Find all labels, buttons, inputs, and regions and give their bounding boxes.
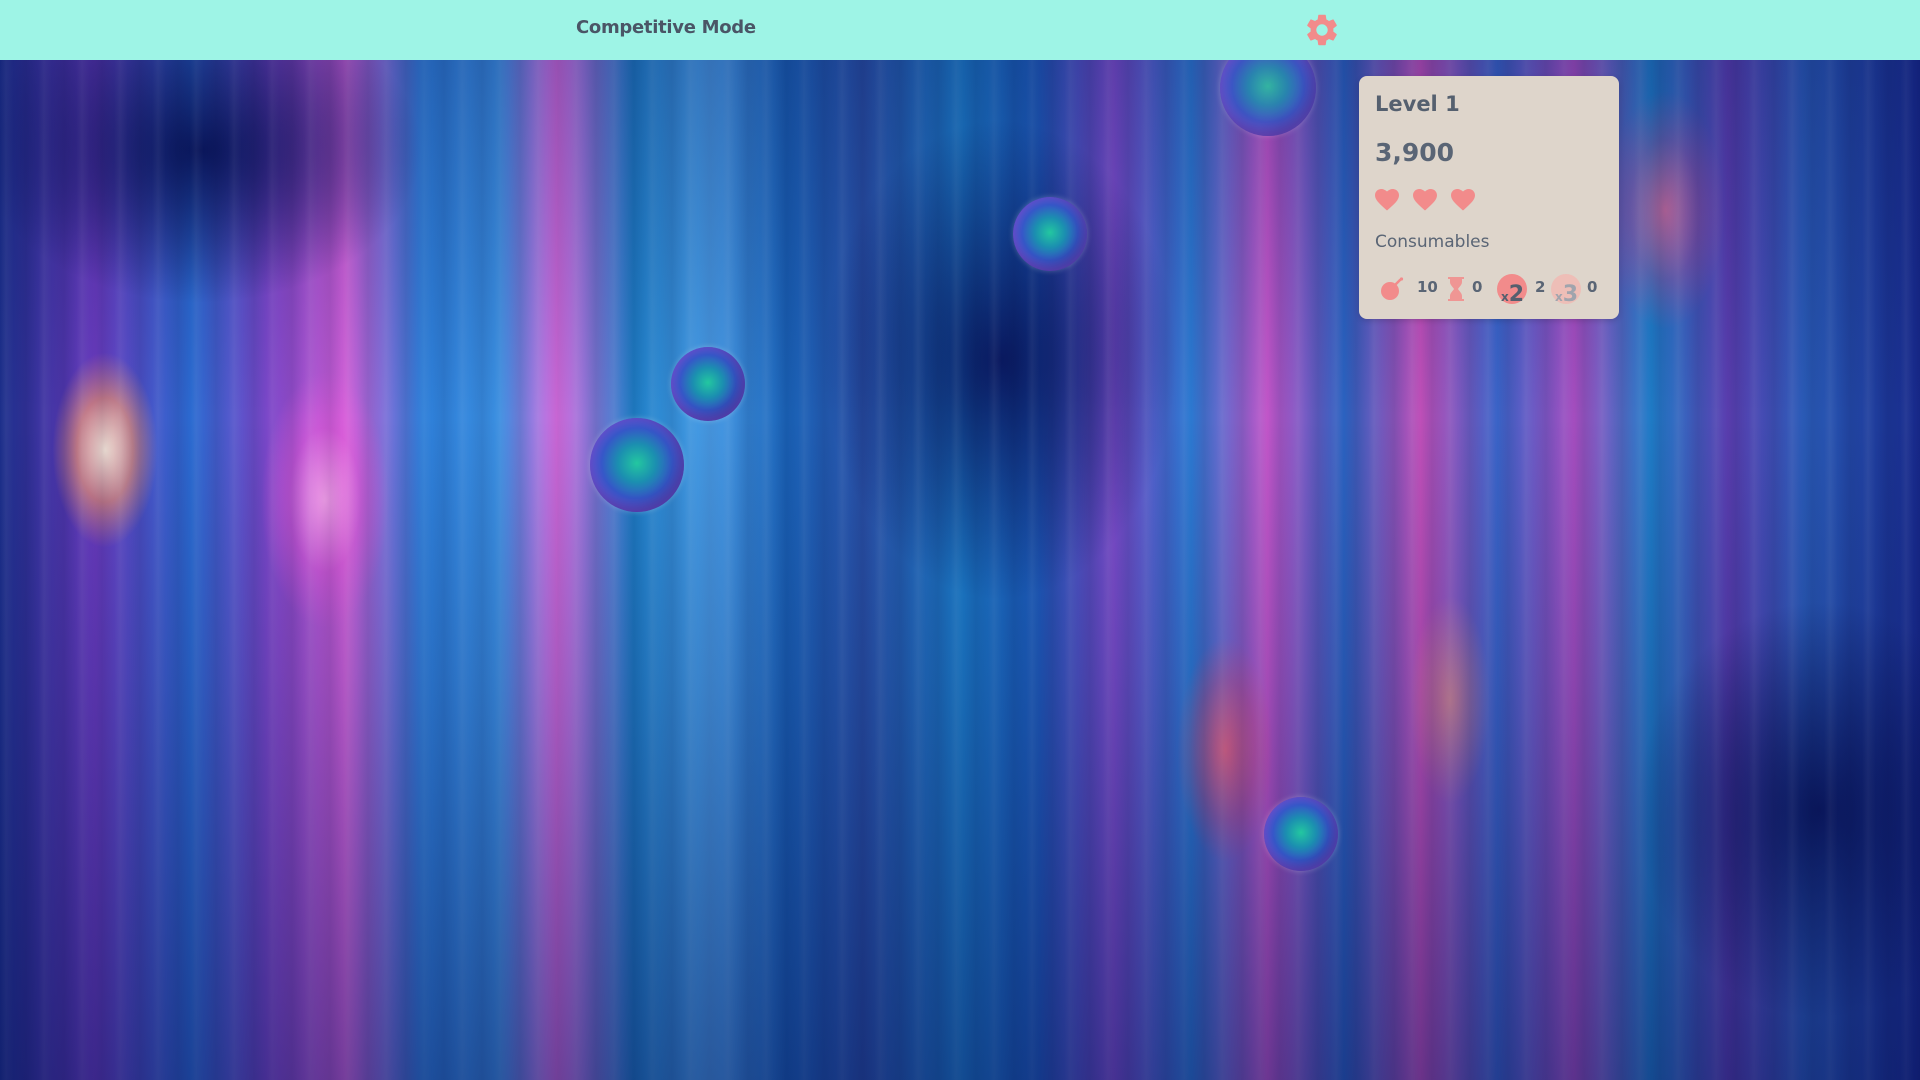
multiplier-x3-count: 0 [1587,278,1598,296]
consumable-multiplier-x3[interactable]: x3 0 [1551,272,1607,307]
bubble[interactable] [1013,197,1087,271]
consumables-label: Consumables [1375,232,1490,252]
top-bar: Competitive Mode [0,0,1920,60]
bomb-icon [1381,277,1404,300]
lives-display [1375,189,1475,211]
multiplier-x2-label: x2 [1501,282,1524,307]
background-shade [0,60,1920,1080]
multiplier-x3-prefix: x [1555,290,1563,304]
bomb-count: 10 [1417,278,1438,296]
bubble[interactable] [590,418,684,512]
game-mode-title: Competitive Mode [576,17,756,38]
bubble[interactable] [1264,797,1338,871]
score-value: 3,900 [1375,138,1455,167]
multiplier-x2-prefix: x [1501,290,1509,304]
heart-icon [1413,189,1437,211]
heart-icon [1375,189,1399,211]
game-playfield[interactable] [0,60,1920,1080]
consumable-multiplier-x2[interactable]: x2 2 [1497,272,1549,307]
multiplier-x3-label: x3 [1555,282,1578,307]
multiplier-x2-value: 2 [1508,282,1525,307]
level-label: Level 1 [1375,92,1460,116]
consumables-bar: 10 0 x2 2 x3 0 [1379,272,1614,307]
multiplier-x3-value: 3 [1562,282,1579,307]
consumable-bomb[interactable]: 10 [1379,272,1439,304]
gear-icon[interactable] [1303,11,1341,49]
multiplier-x2-count: 2 [1535,278,1546,296]
heart-icon [1451,189,1475,211]
hourglass-icon [1448,277,1464,301]
bubble[interactable] [671,347,745,421]
status-panel: Level 1 3,900 Consumables 10 0 x2 2 x3 0 [1359,76,1619,319]
consumable-hourglass[interactable]: 0 [1445,272,1495,304]
hourglass-count: 0 [1472,278,1483,296]
